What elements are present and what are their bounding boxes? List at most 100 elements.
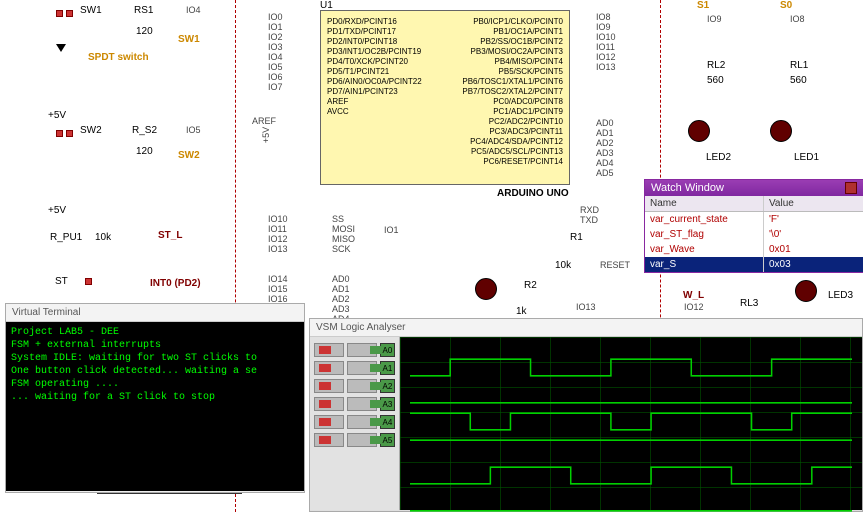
la-slider[interactable]: [347, 433, 377, 447]
pad-icon: [56, 130, 63, 137]
la-channel-tag: A1: [380, 361, 395, 375]
part-rl2: RL2: [707, 60, 725, 71]
sw1-caption: SW1: [178, 34, 200, 45]
la-channel-controls[interactable]: A0 A1 A2 A3 A4 A5: [310, 337, 400, 510]
la-scope[interactable]: [400, 337, 862, 510]
part-led2: LED2: [706, 152, 731, 163]
net-io: IO10: [268, 214, 288, 224]
net-io: IO8: [596, 12, 611, 22]
part-rl2-value: 560: [707, 75, 724, 86]
net: MOSI: [332, 224, 355, 234]
net-5v: +5V: [261, 127, 271, 143]
net-io: IO0: [268, 12, 283, 22]
la-channel[interactable]: A1: [314, 361, 395, 375]
la-trace: [410, 409, 852, 434]
net-io: IO12: [268, 234, 288, 244]
la-slider[interactable]: [347, 415, 377, 429]
col-value: Value: [763, 196, 863, 211]
net-5v: +5V: [48, 205, 66, 216]
la-trace: [410, 382, 852, 407]
la-titlebar[interactable]: VSM Logic Analyser: [310, 319, 862, 337]
la-channel-tag: A2: [380, 379, 395, 393]
pad-icon: [66, 130, 73, 137]
part-r_pu1: R_PU1: [50, 232, 82, 243]
part-led1: LED1: [794, 152, 819, 163]
net-io: IO11: [268, 224, 287, 234]
net-io: IO15: [268, 284, 288, 294]
watch-var-name: var_ST_flag: [645, 227, 763, 242]
part-r1: R1: [570, 232, 583, 243]
net-ad: AD4: [596, 158, 614, 168]
watch-var-value: 0x01: [763, 242, 863, 257]
vt-titlebar[interactable]: Virtual Terminal: [6, 304, 304, 322]
pins-left: PD0/RXD/PCINT16PD1/TXD/PCINT17 PD2/INT0/…: [327, 17, 422, 117]
la-channel[interactable]: A2: [314, 379, 395, 393]
watch-row[interactable]: var_Wave0x01: [645, 242, 863, 257]
net-reset: RESET: [600, 260, 630, 270]
la-trace: [410, 355, 852, 380]
led2-icon: [688, 120, 710, 142]
la-slider[interactable]: [314, 361, 344, 375]
watch-row[interactable]: var_S0x03: [645, 257, 863, 272]
mcu-chip[interactable]: PD0/RXD/PCINT16PD1/TXD/PCINT17 PD2/INT0/…: [320, 10, 570, 185]
pad-icon: [66, 10, 73, 17]
logic-analyser-window[interactable]: VSM Logic Analyser A0 A1 A2 A3 A4 A5: [309, 318, 863, 512]
watch-titlebar[interactable]: Watch Window: [645, 180, 863, 196]
net-io: IO13: [268, 244, 288, 254]
part-r_s2-value: 120: [136, 146, 153, 157]
part-r_s2: R_S2: [132, 125, 157, 136]
watch-var-value: 0x03: [763, 257, 863, 272]
caption-spdt: SPDT switch: [88, 52, 149, 63]
part-rl1-value: 560: [790, 75, 807, 86]
part-rs1: RS1: [134, 5, 153, 16]
part-rl3: RL3: [740, 298, 758, 309]
pins-right: PB0/ICP1/CLKO/PCINT0PB1/OC1A/PCINT1 PB2/…: [462, 17, 563, 167]
la-channel[interactable]: A0: [314, 343, 395, 357]
la-channel[interactable]: A3: [314, 397, 395, 411]
watch-header: Name Value: [645, 196, 863, 212]
la-trace: [410, 490, 852, 515]
la-channel[interactable]: A4: [314, 415, 395, 429]
net-w_l: W_L: [683, 290, 704, 301]
net-io: IO2: [268, 32, 283, 42]
part-led3: LED3: [828, 290, 853, 301]
close-icon[interactable]: [845, 182, 857, 194]
pad-icon: [85, 278, 92, 285]
la-channel-tag: A4: [380, 415, 395, 429]
la-slider[interactable]: [347, 361, 377, 375]
watch-row[interactable]: var_current_state'F': [645, 212, 863, 227]
net-io4: IO4: [186, 5, 201, 15]
sw2-caption: SW2: [178, 150, 200, 161]
la-slider[interactable]: [314, 415, 344, 429]
la-slider[interactable]: [347, 379, 377, 393]
watch-row[interactable]: var_ST_flag'\0': [645, 227, 863, 242]
net-io: IO4: [268, 52, 283, 62]
net-int0: INT0 (PD2): [150, 278, 201, 289]
la-slider[interactable]: [314, 379, 344, 393]
net-ad: AD0: [596, 118, 614, 128]
la-trace: [410, 463, 852, 488]
la-channel[interactable]: A5: [314, 433, 395, 447]
virtual-terminal-window[interactable]: Virtual Terminal Project LAB5 - DEE FSM …: [5, 303, 305, 493]
net: AD1: [332, 284, 350, 294]
la-trace: [410, 436, 852, 461]
net: RXD: [580, 205, 599, 215]
net-aref: AREF: [252, 116, 276, 126]
la-slider[interactable]: [314, 343, 344, 357]
part-st: ST: [55, 276, 68, 287]
net-io: IO13: [576, 302, 596, 312]
la-slider[interactable]: [314, 433, 344, 447]
watch-window[interactable]: Watch Window Name Value var_current_stat…: [644, 179, 863, 273]
net-io: IO6: [268, 72, 283, 82]
part-r_pu1-value: 10k: [95, 232, 111, 243]
net-s0: S0: [780, 0, 792, 11]
net: MISO: [332, 234, 355, 244]
la-slider[interactable]: [347, 343, 377, 357]
watch-var-name: var_Wave: [645, 242, 763, 257]
net-io: IO1: [384, 225, 399, 235]
part-rl1: RL1: [790, 60, 808, 71]
la-channel-tag: A0: [380, 343, 395, 357]
la-slider[interactable]: [347, 397, 377, 411]
watch-title: Watch Window: [651, 182, 724, 194]
la-slider[interactable]: [314, 397, 344, 411]
